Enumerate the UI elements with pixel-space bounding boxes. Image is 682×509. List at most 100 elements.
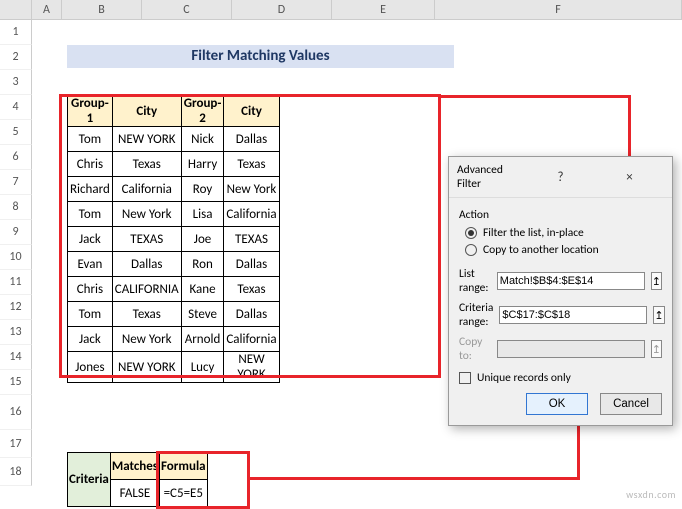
radio-inplace[interactable]: Filter the list, in-place bbox=[465, 226, 662, 240]
cell[interactable]: Tom bbox=[68, 302, 113, 327]
col-f[interactable]: F bbox=[435, 0, 682, 20]
cell[interactable]: TEXAS bbox=[224, 227, 279, 252]
table-header-row: Group-1 City Group-2 City bbox=[68, 96, 280, 127]
row-17[interactable]: 17 bbox=[0, 430, 32, 458]
col-a[interactable]: A bbox=[32, 0, 62, 20]
hdr-city2[interactable]: City bbox=[224, 96, 279, 127]
cell[interactable]: Dallas bbox=[112, 252, 181, 277]
criteria-range-input[interactable] bbox=[499, 306, 647, 324]
cell[interactable]: Jack bbox=[68, 327, 113, 352]
hdr-city1[interactable]: City bbox=[112, 96, 181, 127]
list-range-input[interactable] bbox=[497, 272, 645, 290]
radio-inplace-label: Filter the list, in-place bbox=[483, 226, 584, 240]
cell[interactable]: New York bbox=[112, 202, 181, 227]
cell[interactable]: Tom bbox=[68, 127, 113, 152]
table-row: RichardCaliforniaRoyNew York bbox=[68, 177, 280, 202]
cell[interactable]: Lisa bbox=[181, 202, 224, 227]
cell[interactable]: Texas bbox=[112, 152, 181, 177]
close-button[interactable]: × bbox=[595, 170, 664, 185]
cell[interactable]: NEW YORK bbox=[224, 352, 279, 383]
hdr-group1[interactable]: Group-1 bbox=[68, 96, 113, 127]
row-16[interactable]: 16 bbox=[0, 395, 32, 430]
col-b[interactable]: B bbox=[62, 0, 142, 20]
cell[interactable]: Dallas bbox=[224, 127, 279, 152]
table-row: JackNew YorkArnoldCalifornia bbox=[68, 327, 280, 352]
cell[interactable]: Evan bbox=[68, 252, 113, 277]
ok-button[interactable]: OK bbox=[526, 393, 588, 415]
col-e[interactable]: E bbox=[332, 0, 435, 20]
cell[interactable]: Texas bbox=[224, 152, 279, 177]
row-15[interactable]: 15 bbox=[0, 370, 32, 395]
cell[interactable]: Texas bbox=[112, 302, 181, 327]
matches-value[interactable]: FALSE bbox=[110, 480, 159, 507]
cell[interactable]: NEW YORK bbox=[112, 352, 181, 383]
row-8[interactable]: 8 bbox=[0, 195, 32, 220]
row-6[interactable]: 6 bbox=[0, 145, 32, 170]
cell[interactable]: California bbox=[112, 177, 181, 202]
col-c[interactable]: C bbox=[142, 0, 232, 20]
row-2[interactable]: 2 bbox=[0, 45, 32, 70]
arrow1-h bbox=[440, 95, 630, 98]
checkbox-icon bbox=[459, 372, 471, 384]
row-13[interactable]: 13 bbox=[0, 320, 32, 345]
hdr-group2[interactable]: Group-2 bbox=[181, 96, 224, 127]
cell[interactable]: Chris bbox=[68, 277, 113, 302]
radio-copy[interactable]: Copy to another location bbox=[465, 243, 662, 257]
column-headers: A B C D E F bbox=[0, 0, 682, 20]
watermark: wsxdn.com bbox=[626, 488, 676, 501]
row-14[interactable]: 14 bbox=[0, 345, 32, 370]
cell[interactable]: Dallas bbox=[224, 302, 279, 327]
row-11[interactable]: 11 bbox=[0, 270, 32, 295]
cell[interactable]: Jack bbox=[68, 227, 113, 252]
cell[interactable]: New York bbox=[112, 327, 181, 352]
dialog-title: Advanced Filter bbox=[457, 163, 526, 191]
cell[interactable]: Harry bbox=[181, 152, 224, 177]
row-12[interactable]: 12 bbox=[0, 295, 32, 320]
range-picker-icon[interactable]: ↥ bbox=[651, 272, 662, 290]
range-picker-icon: ↥ bbox=[651, 340, 662, 358]
cell[interactable]: Dallas bbox=[224, 252, 279, 277]
row-4[interactable]: 4 bbox=[0, 95, 32, 120]
radio-icon bbox=[465, 244, 477, 256]
cell[interactable]: Tom bbox=[68, 202, 113, 227]
col-d[interactable]: D bbox=[232, 0, 332, 20]
cell[interactable]: Joe bbox=[181, 227, 224, 252]
cell[interactable]: California bbox=[224, 327, 279, 352]
row-9[interactable]: 9 bbox=[0, 220, 32, 245]
row-1[interactable]: 1 bbox=[0, 20, 32, 45]
cell[interactable]: Kane bbox=[181, 277, 224, 302]
row-10[interactable]: 10 bbox=[0, 245, 32, 270]
cell[interactable]: Jones bbox=[68, 352, 113, 383]
range-picker-icon[interactable]: ↥ bbox=[653, 306, 664, 324]
cancel-button[interactable]: Cancel bbox=[600, 393, 662, 415]
row-3[interactable]: 3 bbox=[0, 70, 32, 95]
cell[interactable]: NEW YORK bbox=[112, 127, 181, 152]
row-7[interactable]: 7 bbox=[0, 170, 32, 195]
row-5[interactable]: 5 bbox=[0, 120, 32, 145]
unique-checkbox[interactable]: Unique records only bbox=[459, 371, 662, 385]
table-row: TomNew YorkLisaCalifornia bbox=[68, 202, 280, 227]
cell[interactable]: TEXAS bbox=[112, 227, 181, 252]
cell[interactable]: Ron bbox=[181, 252, 224, 277]
table-row: JackTEXASJoeTEXAS bbox=[68, 227, 280, 252]
data-table: Group-1 City Group-2 City TomNEW YORKNic… bbox=[67, 95, 280, 383]
cell[interactable]: Arnold bbox=[181, 327, 224, 352]
dialog-titlebar[interactable]: Advanced Filter ? × bbox=[449, 157, 672, 198]
cell[interactable]: Steve bbox=[181, 302, 224, 327]
help-button[interactable]: ? bbox=[526, 170, 595, 185]
cell[interactable]: New York bbox=[224, 177, 279, 202]
cell[interactable]: CALIFORNIA bbox=[112, 277, 181, 302]
cell[interactable]: Lucy bbox=[181, 352, 224, 383]
matches-header[interactable]: Matches bbox=[110, 453, 159, 480]
cell[interactable]: Texas bbox=[224, 277, 279, 302]
formula-value[interactable]: =C5=E5 bbox=[159, 480, 207, 507]
cell[interactable]: California bbox=[224, 202, 279, 227]
copy-to-input bbox=[497, 340, 645, 358]
cell[interactable]: Richard bbox=[68, 177, 113, 202]
row-18[interactable]: 18 bbox=[0, 458, 32, 486]
table-row: TomTexasSteveDallas bbox=[68, 302, 280, 327]
formula-header[interactable]: Formula bbox=[159, 453, 207, 480]
cell[interactable]: Roy bbox=[181, 177, 224, 202]
cell[interactable]: Chris bbox=[68, 152, 113, 177]
cell[interactable]: Nick bbox=[181, 127, 224, 152]
